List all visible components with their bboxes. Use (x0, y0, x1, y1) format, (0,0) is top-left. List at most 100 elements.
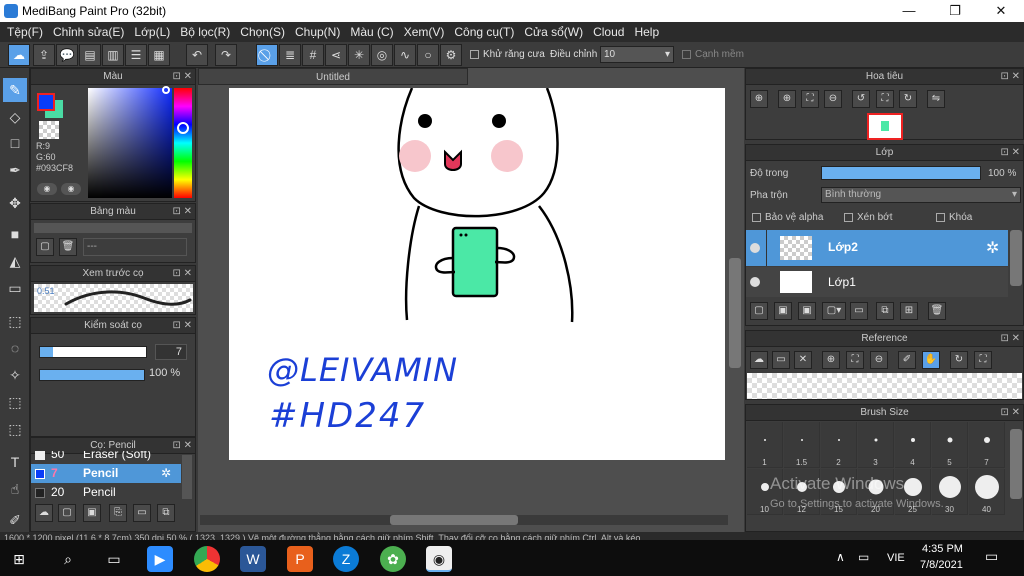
fit-window-icon[interactable]: ⛶ (974, 351, 992, 369)
folder-icon[interactable]: ▭ (133, 504, 151, 522)
brush-size-cell[interactable]: 1.5 (784, 422, 820, 468)
brush-size-slider[interactable] (39, 346, 147, 358)
curve-snap-icon[interactable]: ∿ (394, 44, 416, 66)
parallel-snap-icon[interactable]: ≣ (279, 44, 301, 66)
gear-icon[interactable]: ✲ (161, 464, 171, 483)
panel-close-icon[interactable]: ⊡ ✕ (1000, 69, 1020, 85)
brush-item[interactable]: 50 Eraser (Soft) (31, 451, 181, 464)
speech-bubble-icon[interactable]: 💬 (56, 44, 78, 66)
zalo-icon[interactable]: Z (333, 546, 359, 572)
chevron-up-icon[interactable]: ∧ (836, 550, 845, 564)
duplicate-icon[interactable]: ⧉ (876, 302, 894, 320)
hand-icon[interactable]: ✋ (922, 351, 940, 369)
word-icon[interactable]: W (240, 546, 266, 572)
blend-mode-select[interactable]: Bình thường ▾ (821, 187, 1021, 203)
add-brush-icon[interactable]: ☁ (35, 504, 53, 522)
menu-file[interactable]: Tệp(F) (2, 25, 48, 39)
move-tool-icon[interactable]: ✥ (3, 191, 27, 215)
select-eraser-icon[interactable]: ⬚ (3, 417, 27, 441)
antialias-checkbox[interactable]: Khử răng cưa (470, 49, 545, 60)
brush-size-input[interactable]: 7 (155, 344, 187, 360)
clip-checkbox[interactable]: Xén bớt (844, 212, 892, 223)
task-view-icon[interactable]: ▭ (101, 546, 127, 572)
transparent-swatch[interactable] (39, 121, 59, 139)
cloud-icon[interactable]: ☁ (8, 44, 30, 66)
vanish-snap-icon[interactable]: ⋖ (325, 44, 347, 66)
magic-wand-icon[interactable]: ✧ (3, 363, 27, 387)
input-language[interactable]: VIE (887, 552, 905, 564)
reference-canvas[interactable] (747, 373, 1022, 399)
panel-close-icon[interactable]: ⊡ ✕ (1000, 405, 1020, 421)
gradient-tool-icon[interactable]: ▭ (3, 276, 27, 300)
brush-size-cell[interactable]: 3 (858, 422, 894, 468)
brush-tool-icon[interactable]: ✎ (3, 78, 27, 102)
folder-open-icon[interactable]: ▭ (772, 351, 790, 369)
fit-icon[interactable]: ⛶ (801, 90, 819, 108)
menu-color[interactable]: Màu (C) (345, 25, 398, 39)
saturation-value-picker[interactable] (88, 86, 172, 198)
menu-window[interactable]: Cửa sổ(W) (519, 25, 588, 39)
palette-scroll[interactable] (34, 223, 192, 233)
fill-rect-icon[interactable]: ■ (3, 222, 27, 246)
document-tab[interactable]: Untitled (198, 68, 468, 85)
eye-icon[interactable] (750, 243, 760, 253)
zoom-in-icon[interactable]: ⊕ (822, 351, 840, 369)
brush-size-cell[interactable]: 7 (969, 422, 1005, 468)
brush-size-cell[interactable]: 5 (932, 422, 968, 468)
cross-snap-icon[interactable]: # (302, 44, 324, 66)
trash-icon[interactable]: 🗑 (928, 302, 946, 320)
menu-edit[interactable]: Chỉnh sửa(E) (48, 25, 129, 39)
new-layer-1bit-icon[interactable]: ▣ (798, 302, 816, 320)
bucket-tool-icon[interactable]: ◭ (3, 249, 27, 273)
maximize-button[interactable]: ❐ (932, 0, 978, 22)
zoom-out-icon[interactable]: ⊖ (870, 351, 888, 369)
snap-off-icon[interactable]: ⃠ (256, 44, 278, 66)
layer-row-selected[interactable]: Lớp2 ✲ (746, 230, 1008, 266)
page-icon[interactable]: ▥ (102, 44, 124, 66)
gear-icon[interactable]: ✲ (986, 238, 999, 258)
notification-icon[interactable]: ▭ (985, 548, 998, 565)
clock-time[interactable]: 4:35 PM (922, 543, 963, 555)
menu-snap[interactable]: Chụp(N) (290, 25, 345, 39)
layer-opacity-slider[interactable] (821, 166, 981, 180)
zoom-app-icon[interactable]: ▶ (147, 546, 173, 572)
adjust-select[interactable]: 10 ▾ (600, 46, 674, 63)
grid-icon[interactable]: ▦ (148, 44, 170, 66)
new-palette-icon[interactable]: ▢ (36, 238, 54, 256)
medibang-icon[interactable]: ◉ (426, 546, 452, 572)
navigator-thumbnail[interactable] (867, 113, 903, 140)
layer-scrollbar[interactable] (1010, 230, 1022, 286)
brush-size-cell[interactable]: 1 (747, 422, 783, 468)
new-layer-icon[interactable]: ▢ (750, 302, 768, 320)
layer-row[interactable]: Lớp1 (746, 267, 1008, 297)
panel-close-icon[interactable]: ⊡ ✕ (172, 69, 192, 85)
flip-icon[interactable]: ⇋ (927, 90, 945, 108)
zoom-in-icon[interactable]: ⊕ (750, 90, 768, 108)
hand-tool-icon[interactable]: ☝ (3, 477, 27, 501)
brush-size-cell[interactable]: 4 (895, 422, 931, 468)
cloud-icon[interactable]: ☁ (750, 351, 768, 369)
redo-icon[interactable]: ↷ (215, 44, 237, 66)
fit-icon[interactable]: ⛶ (846, 351, 864, 369)
panel-close-icon[interactable]: ⊡ ✕ (1000, 331, 1020, 347)
panel-close-icon[interactable]: ⊡ ✕ (1000, 145, 1020, 161)
menu-cloud[interactable]: Cloud (588, 25, 629, 39)
search-icon[interactable]: ⌕ (55, 546, 81, 572)
lasso-tool-icon[interactable]: ◌ (3, 336, 27, 360)
windows-start-icon[interactable]: ⊞ (6, 546, 32, 572)
add-layer-menu-icon[interactable]: ▢▾ (822, 302, 846, 320)
network-icon[interactable]: ▭ (858, 550, 869, 564)
minimize-button[interactable]: — (886, 0, 932, 22)
folder-icon[interactable]: ▭ (850, 302, 868, 320)
text-bubble-icon[interactable]: ▤ (79, 44, 101, 66)
select-rect-icon[interactable]: ⬚ (3, 309, 27, 333)
menu-select[interactable]: Chọn(S) (235, 25, 290, 39)
close-icon[interactable]: ✕ (794, 351, 812, 369)
zoom-in-icon[interactable]: ⊕ (778, 90, 796, 108)
menu-layer[interactable]: Lớp(L) (129, 25, 175, 39)
list-icon[interactable]: ☰ (125, 44, 147, 66)
chrome-icon[interactable] (194, 546, 220, 572)
settings-icon[interactable]: ⚙ (440, 44, 462, 66)
close-button[interactable]: ✕ (978, 0, 1024, 22)
palette-row[interactable]: --- (83, 238, 187, 256)
